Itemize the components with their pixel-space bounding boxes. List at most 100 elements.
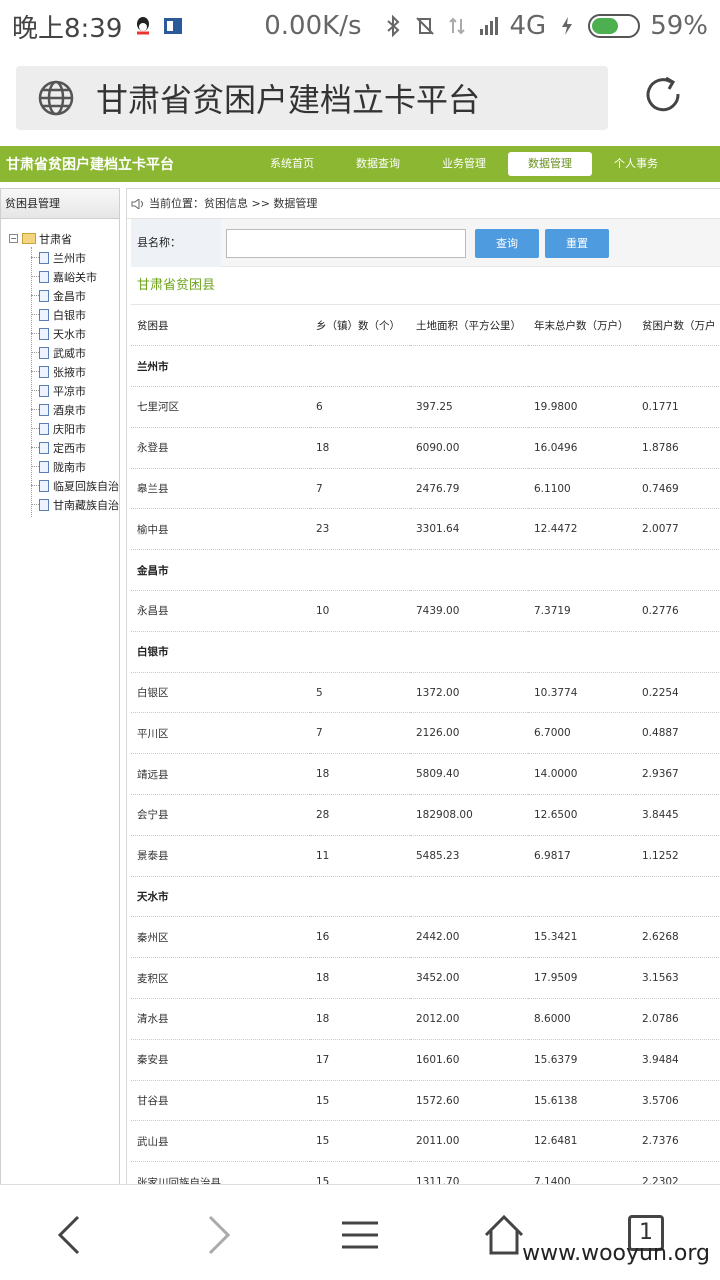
reset-button[interactable]: 重置 (545, 229, 609, 258)
table-cell: 15 (310, 1161, 410, 1184)
table-cell: 6.1100 (528, 468, 636, 510)
table-cell: 14.0000 (528, 753, 636, 796)
table-cell: 12.6500 (528, 794, 636, 836)
tree-item[interactable]: 白银市 (9, 305, 119, 324)
tree-item[interactable]: 平凉市 (9, 381, 119, 400)
table-cell: 5485.23 (410, 835, 528, 877)
network-type: 4G (509, 11, 547, 41)
forward-icon[interactable] (196, 1213, 240, 1257)
query-button[interactable]: 查询 (475, 229, 539, 258)
table-cell: 28 (310, 794, 410, 836)
table-cell: 3.5706 (636, 1080, 720, 1122)
column-header: 贫困县 (131, 305, 310, 347)
tree-item[interactable]: 嘉峪关市 (9, 267, 119, 286)
nav-item[interactable]: 系统首页 (250, 152, 334, 176)
column-header: 年末总户数（万户） (528, 305, 636, 347)
data-arrows-icon (448, 17, 465, 35)
back-icon[interactable] (48, 1213, 92, 1257)
table-cell: 2476.79 (410, 468, 528, 510)
group-row: 天水市 (131, 876, 720, 918)
document-icon (39, 498, 49, 511)
tree-item[interactable]: 酒泉市 (9, 400, 119, 419)
table-cell: 0.4887 (636, 712, 720, 755)
table-row: 皋兰县 7 2476.79 6.1100 0.7469 (131, 468, 720, 510)
table-cell: 麦积区 (131, 957, 310, 1000)
status-time: 晚上8:39 (12, 13, 123, 44)
tree-item[interactable]: 武威市 (9, 343, 119, 362)
tree-item[interactable]: 金昌市 (9, 286, 119, 305)
breadcrumb-text: 当前位置：贫困信息 >> 数据管理 (149, 197, 318, 210)
table-cell: 397.25 (410, 386, 528, 428)
nav-item[interactable]: 个人事务 (594, 152, 678, 176)
table-cell: 6 (310, 386, 410, 428)
network-speed: 0.00K/s (264, 11, 362, 41)
tree-item-label: 天水市 (53, 327, 86, 341)
table-cell: 7.1400 (528, 1161, 636, 1184)
table-cell: 靖远县 (131, 753, 310, 796)
tree-item[interactable]: 陇南市 (9, 457, 119, 476)
table-cell: 七里河区 (131, 386, 310, 428)
table-cell: 7 (310, 712, 410, 755)
tree-root[interactable]: − 甘肃省 (9, 229, 119, 248)
table-cell: 景泰县 (131, 835, 310, 877)
tree-item[interactable]: 临夏回族自治 (9, 476, 119, 495)
table-cell: 1572.60 (410, 1080, 528, 1122)
table-cell: 秦州区 (131, 916, 310, 959)
table-cell: 2442.00 (410, 916, 528, 959)
breadcrumb: 当前位置：贫困信息 >> 数据管理 (127, 189, 720, 219)
group-row: 金昌市 (131, 549, 720, 592)
tree-item[interactable]: 庆阳市 (9, 419, 119, 438)
table-cell: 2.0077 (636, 508, 720, 551)
table-cell: 12.6481 (528, 1120, 636, 1163)
table-cell: 2.9367 (636, 753, 720, 796)
table-cell: 张家川回族自治县 (131, 1161, 310, 1184)
table-cell: 7 (310, 468, 410, 510)
table-cell: 永昌县 (131, 590, 310, 632)
table-cell: 15 (310, 1080, 410, 1122)
table-row: 榆中县 23 3301.64 12.4472 2.0077 (131, 508, 720, 551)
table-body: 兰州市 七里河区 6 397.25 19.9800 0.1771 永登县 18 6090.00 1… (131, 345, 720, 1184)
tree-item-label: 定西市 (53, 441, 86, 455)
table-row: 平川区 7 2126.00 6.7000 0.4887 (131, 712, 720, 755)
tree-item[interactable]: 天水市 (9, 324, 119, 343)
table-row: 会宁县 28 182908.00 12.6500 3.8445 (131, 794, 720, 836)
globe-icon (38, 80, 74, 116)
table-cell: 15.6379 (528, 1039, 636, 1081)
region-tree: − 甘肃省 兰州市 嘉峪关市 金昌市 白银市天水市武威市张掖市平凉市 酒泉市 庆阳市定西市… (1, 219, 119, 517)
tree-item[interactable]: 定西市 (9, 438, 119, 457)
document-icon (39, 384, 49, 397)
table-cell: 182908.00 (410, 794, 528, 836)
table-cell: 18 (310, 427, 410, 469)
home-icon[interactable] (482, 1213, 526, 1257)
table-cell: 18 (310, 957, 410, 1000)
county-name-input[interactable] (226, 229, 466, 258)
table-cell: 15.3421 (528, 916, 636, 959)
table-cell: 武山县 (131, 1120, 310, 1163)
table-cell: 7.3719 (528, 590, 636, 632)
group-row: 兰州市 (131, 345, 720, 388)
tree-item[interactable]: 兰州市 (9, 248, 119, 267)
address-text: 甘肃省贫困户建档立卡平台 (96, 81, 481, 119)
browser-bottom-bar: 1 www.wooyun.org (0, 1184, 720, 1280)
menu-icon[interactable] (338, 1213, 382, 1257)
tree-item[interactable]: 甘南藏族自治 (9, 495, 119, 514)
document-icon (39, 289, 49, 302)
collapse-icon[interactable]: − (9, 234, 18, 243)
nav-item[interactable]: 数据查询 (336, 152, 420, 176)
document-icon (39, 365, 49, 378)
sidebar-header: 贫困县管理 (1, 189, 119, 219)
nav-item[interactable]: 业务管理 (422, 152, 506, 176)
tree-item-label: 张掖市 (53, 365, 86, 379)
table-cell: 3.1563 (636, 957, 720, 1000)
table-row: 张家川回族自治县 15 1311.70 7.1400 2.2302 (131, 1161, 720, 1184)
document-icon (39, 270, 49, 283)
nav-item[interactable]: 数据管理 (508, 152, 592, 176)
group-row: 白银市 (131, 631, 720, 673)
table-cell: 2126.00 (410, 712, 528, 755)
address-bar[interactable]: 甘肃省贫困户建档立卡平台 (16, 66, 608, 130)
table-cell: 0.2254 (636, 672, 720, 714)
column-header: 贫困户数（万户 (636, 305, 720, 347)
table-cell: 10.3774 (528, 672, 636, 714)
refresh-icon[interactable] (640, 72, 686, 118)
tree-item[interactable]: 张掖市 (9, 362, 119, 381)
